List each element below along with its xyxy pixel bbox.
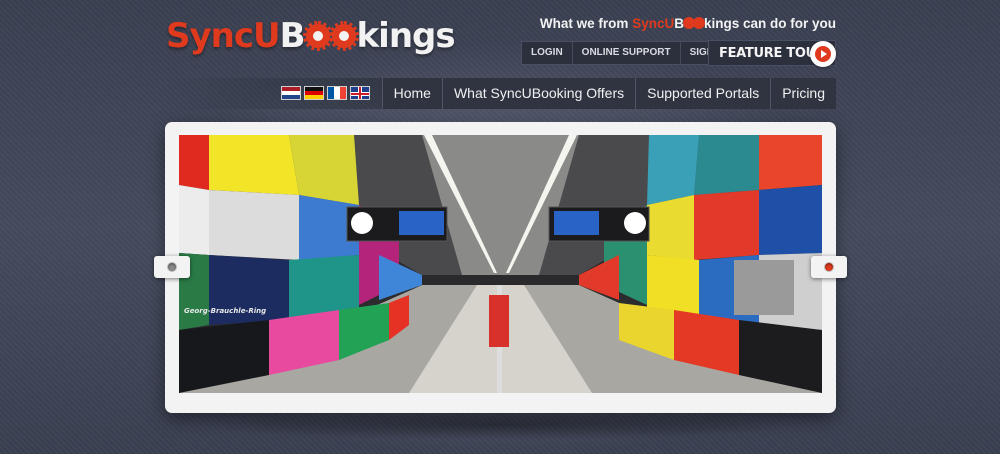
slider-next-button[interactable] <box>811 256 847 278</box>
language-selector <box>281 86 370 100</box>
feature-tour-label: FEATURE TOUR <box>719 45 826 61</box>
tagline: What we from SyncUB kings can do for you <box>540 16 836 31</box>
online-support-link[interactable]: ONLINE SUPPORT <box>573 42 681 64</box>
main-nav: Home What SyncUBooking Offers Supported … <box>381 78 836 109</box>
tagline-text-after: can do for you <box>739 16 836 31</box>
nav-pricing[interactable]: Pricing <box>771 78 836 109</box>
gear-icon <box>328 21 359 51</box>
netherlands-flag-icon[interactable] <box>281 86 301 100</box>
station-sign: Georg-Brauchle-Ring <box>184 307 267 315</box>
logo-text-b: B <box>279 16 306 56</box>
slider-prev-button[interactable] <box>154 256 190 278</box>
tagline-brand-red: SyncU <box>632 16 675 31</box>
france-flag-icon[interactable] <box>327 86 347 100</box>
gear-icon <box>694 19 703 27</box>
nav-supported-portals[interactable]: Supported Portals <box>636 78 772 109</box>
play-icon[interactable] <box>810 41 836 67</box>
feature-tour-button[interactable]: FEATURE TOUR <box>708 40 836 67</box>
login-link[interactable]: LOGIN <box>522 42 573 64</box>
logo-text-syncu: SyncU <box>166 16 281 56</box>
germany-flag-icon[interactable] <box>304 86 324 100</box>
frame-shadow <box>200 410 800 440</box>
gear-icon <box>684 19 693 27</box>
site-logo[interactable]: SyncU B kings <box>166 14 456 58</box>
next-dot-icon <box>824 262 834 272</box>
logo-text-kings: kings <box>356 16 456 56</box>
uk-flag-icon[interactable] <box>350 86 370 100</box>
tagline-brand-b: B <box>674 16 684 31</box>
prev-dot-icon <box>167 262 177 272</box>
account-links: LOGIN ONLINE SUPPORT SIGNUP <box>521 41 738 65</box>
tagline-brand-rest: kings <box>703 16 740 31</box>
slider-image: Georg-Brauchle-Ring <box>179 135 822 393</box>
nav-offers[interactable]: What SyncUBooking Offers <box>443 78 637 109</box>
nav-home[interactable]: Home <box>383 78 443 109</box>
gear-icon <box>302 21 333 51</box>
tagline-text: What we from <box>539 16 633 31</box>
